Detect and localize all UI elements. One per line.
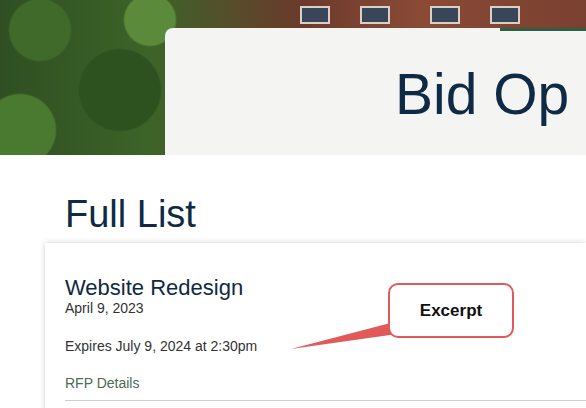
rfp-details-link[interactable]: RFP Details bbox=[65, 375, 139, 391]
hero-panel: Bid Op bbox=[165, 28, 586, 155]
building-window bbox=[360, 6, 390, 24]
annotation-callout: Excerpt bbox=[388, 283, 514, 338]
building-window bbox=[300, 6, 330, 24]
hero-photo: Bid Op bbox=[0, 0, 586, 155]
main-content: Full ListWebsite RedesignApril 9, 2023Ex… bbox=[0, 155, 586, 408]
bid-excerpt: Expires July 9, 2024 at 2:30pm bbox=[65, 338, 586, 354]
hero-accent-bar bbox=[500, 28, 586, 31]
section-title: Full List bbox=[65, 195, 586, 233]
building-window bbox=[490, 6, 520, 24]
building-window bbox=[430, 6, 460, 24]
callout-pointer bbox=[0, 0, 586, 408]
page-title: Bid Op bbox=[395, 65, 586, 125]
bid-link-row: RFP Details bbox=[65, 374, 586, 401]
